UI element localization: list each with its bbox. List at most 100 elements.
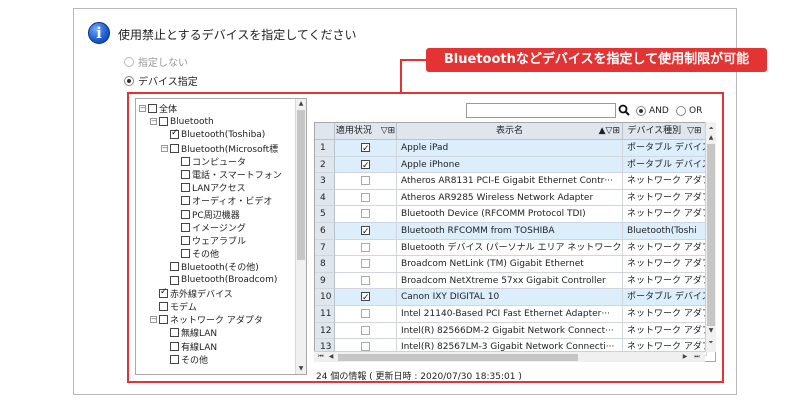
collapse-icon[interactable]: − bbox=[150, 316, 157, 324]
apply-checkbox[interactable] bbox=[361, 192, 370, 202]
apply-checkbox[interactable] bbox=[361, 342, 370, 352]
status-cell[interactable] bbox=[335, 306, 397, 323]
collapse-icon[interactable]: − bbox=[139, 105, 146, 112]
scroll-right-icon[interactable]: ▶ bbox=[680, 352, 690, 362]
tree-item-checkbox[interactable] bbox=[181, 236, 190, 245]
table-row[interactable]: 12 Intel(R) 82566DM-2 Gigabit Network Con… bbox=[315, 322, 707, 340]
tree-item-checkbox[interactable] bbox=[181, 156, 190, 166]
device-table[interactable]: 適用状況 ▽⊞ 表示名 ▲▽⊞ デバイス種別 ▽⊞ 1Apple iPadポータ… bbox=[314, 122, 716, 362]
sort-filter-icon[interactable]: ▲▽⊞ bbox=[599, 123, 620, 139]
tree-item[interactable]: 電話・スマートフォン bbox=[181, 168, 282, 181]
apply-checkbox[interactable] bbox=[361, 158, 370, 172]
tree-item[interactable]: − Bluetooth(Microsoft標 bbox=[161, 142, 278, 155]
apply-checkbox[interactable] bbox=[361, 242, 370, 252]
status-cell[interactable] bbox=[335, 322, 397, 340]
status-cell[interactable] bbox=[335, 272, 397, 290]
tree-item-checkbox[interactable] bbox=[159, 302, 168, 311]
apply-checkbox[interactable] bbox=[361, 176, 370, 186]
device-tree[interactable]: −全体−BluetoothBluetooth(Toshiba)−Bluetoot… bbox=[135, 98, 307, 375]
no-specify-radio[interactable] bbox=[124, 56, 134, 67]
device-specify-option[interactable]: デバイス指定 bbox=[124, 73, 198, 88]
status-cell[interactable] bbox=[335, 140, 397, 157]
tree-scrollbar[interactable]: ▲ ▼ bbox=[295, 99, 306, 374]
tree-item[interactable]: 有線LAN bbox=[170, 340, 217, 353]
tree-item-checkbox[interactable] bbox=[170, 328, 179, 338]
tree-item[interactable]: その他 bbox=[170, 353, 208, 366]
scroll-thumb[interactable] bbox=[297, 110, 305, 260]
tree-item[interactable]: モデム bbox=[159, 300, 197, 313]
or-radio[interactable] bbox=[676, 106, 686, 116]
table-row[interactable]: 3 Atheros AR8131 PCI-E Gigabit Ethernet C… bbox=[315, 173, 707, 190]
status-cell[interactable] bbox=[335, 256, 397, 273]
status-cell[interactable] bbox=[335, 206, 397, 223]
scroll-bottom-icon[interactable]: ⏷ bbox=[706, 338, 716, 348]
apply-checkbox[interactable] bbox=[361, 275, 370, 285]
search-input[interactable] bbox=[466, 103, 616, 118]
table-row[interactable]: 1 Apple iPadポータブル デバイス bbox=[315, 140, 707, 157]
no-specify-option[interactable]: 指定しない bbox=[124, 54, 188, 69]
status-cell[interactable] bbox=[335, 289, 397, 306]
table-row[interactable]: 4 Atheros AR9285 Wireless Network Adapter… bbox=[315, 189, 707, 207]
table-row[interactable]: 5 Bluetooth Device (RFCOMM Protocol TDI) ネ… bbox=[315, 206, 707, 223]
apply-checkbox[interactable] bbox=[361, 309, 370, 318]
tree-item[interactable]: 赤外線デバイス bbox=[159, 287, 233, 300]
tree-item[interactable]: Bluetooth(Broadcom) bbox=[170, 274, 277, 287]
column-header-status[interactable]: 適用状況 ▽⊞ bbox=[335, 123, 397, 140]
tree-item-checkbox[interactable] bbox=[170, 341, 179, 351]
table-row[interactable]: 11 Intel 21140-Based PCI Fast Ethernet Ad… bbox=[315, 306, 707, 323]
tree-item-checkbox[interactable] bbox=[170, 275, 179, 285]
tree-item-checkbox[interactable] bbox=[181, 209, 190, 219]
collapse-icon[interactable]: − bbox=[161, 144, 168, 152]
and-radio[interactable] bbox=[636, 106, 646, 116]
device-specify-radio[interactable] bbox=[124, 75, 134, 86]
tree-item-checkbox[interactable] bbox=[159, 287, 168, 298]
tree-item-checkbox[interactable] bbox=[181, 183, 190, 193]
table-horizontal-scrollbar[interactable]: ⏮ ◀ ▶ ⏭ bbox=[314, 351, 705, 362]
filter-icon[interactable]: ▽⊞ bbox=[381, 126, 395, 136]
tree-item-checkbox[interactable] bbox=[181, 196, 190, 206]
tree-item[interactable]: Bluetooth(Toshiba) bbox=[170, 128, 265, 141]
tree-item[interactable]: − 全体 bbox=[139, 102, 177, 115]
tree-item[interactable]: 無線LAN bbox=[170, 326, 217, 339]
tree-item-checkbox[interactable] bbox=[170, 354, 179, 364]
scroll-up-icon[interactable]: ▲ bbox=[296, 99, 306, 109]
status-cell[interactable] bbox=[335, 239, 397, 257]
tree-item[interactable]: Bluetooth(その他) bbox=[170, 260, 259, 273]
tree-item[interactable]: ウェアラブル bbox=[181, 234, 246, 247]
table-row[interactable]: 2 Apple iPhoneポータブル デバイス bbox=[315, 156, 707, 174]
tree-item-checkbox[interactable] bbox=[170, 262, 179, 272]
scroll-left-icon[interactable]: ◀ bbox=[326, 352, 336, 362]
tree-item-checkbox[interactable] bbox=[170, 128, 179, 140]
tree-item-checkbox[interactable] bbox=[148, 104, 157, 113]
scroll-first-icon[interactable]: ⏮ bbox=[316, 352, 326, 362]
status-cell[interactable] bbox=[335, 223, 397, 240]
apply-checkbox[interactable] bbox=[361, 325, 370, 335]
table-row[interactable]: 10 Canon IXY DIGITAL 10ポータブル デバイス bbox=[315, 289, 707, 306]
status-cell[interactable] bbox=[335, 156, 397, 174]
tree-item[interactable]: − Bluetooth bbox=[150, 115, 214, 128]
apply-checkbox[interactable] bbox=[361, 141, 370, 156]
table-row[interactable]: 6 Bluetooth RFCOMM from TOSHIBABluetooth(… bbox=[315, 223, 707, 240]
scroll-thumb[interactable] bbox=[707, 144, 715, 326]
scroll-up-icon[interactable]: ▲ bbox=[706, 133, 716, 143]
column-header-type[interactable]: デバイス種別 ▽⊞ bbox=[623, 123, 707, 140]
filter-icon[interactable]: ▽⊞ bbox=[687, 126, 701, 136]
tree-item[interactable]: イメージング bbox=[181, 221, 246, 234]
scroll-down-icon[interactable]: ▼ bbox=[296, 364, 306, 374]
tree-item[interactable]: LANアクセス bbox=[181, 181, 246, 194]
table-row[interactable]: 8 Broadcom NetLink (TM) Gigabit Ethernet ネ… bbox=[315, 256, 707, 273]
search-icon[interactable] bbox=[618, 104, 630, 116]
tree-item-checkbox[interactable] bbox=[181, 222, 190, 232]
table-row[interactable]: 7 Bluetooth デバイス (パーソナル エリア ネットワーク) ネットワーク… bbox=[315, 239, 707, 257]
tree-item-checkbox[interactable] bbox=[181, 170, 190, 179]
scroll-last-icon[interactable]: ⏭ bbox=[692, 352, 702, 362]
tree-item[interactable]: PC周辺機器 bbox=[181, 208, 240, 221]
tree-item-checkbox[interactable] bbox=[159, 315, 168, 325]
apply-checkbox[interactable] bbox=[361, 209, 370, 219]
status-cell[interactable] bbox=[335, 189, 397, 207]
scroll-down-icon[interactable]: ▼ bbox=[706, 326, 716, 336]
tree-item[interactable]: コンピュータ bbox=[181, 155, 246, 168]
column-header-name[interactable]: 表示名 ▲▽⊞ bbox=[397, 123, 623, 140]
apply-checkbox[interactable] bbox=[361, 259, 370, 269]
or-option[interactable]: OR bbox=[676, 106, 702, 116]
